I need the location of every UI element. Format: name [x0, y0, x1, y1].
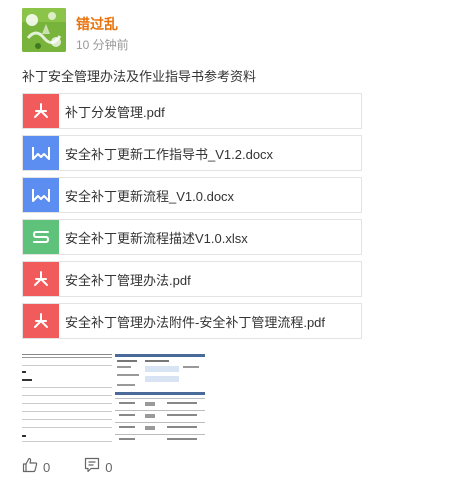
comment-count: 0	[105, 459, 113, 475]
document-thumbnail[interactable]	[22, 354, 112, 444]
pdf-icon	[23, 262, 59, 296]
post-time: 10 分钟前	[76, 38, 129, 52]
word-icon	[23, 136, 59, 170]
post-text: 补丁安全管理办法及作业指导书参考资料	[22, 69, 257, 84]
like-count: 0	[43, 459, 51, 475]
attachment-name: 安全补丁管理办法附件-安全补丁管理流程.pdf	[65, 314, 326, 330]
attachment-name: 安全补丁更新流程描述V1.0.xlsx	[65, 230, 248, 246]
like-button[interactable]: 0	[22, 457, 50, 478]
attachment-item[interactable]: 安全补丁管理办法.pdf	[22, 261, 362, 297]
avatar[interactable]	[22, 8, 66, 52]
excel-icon	[23, 220, 59, 254]
attachment-item[interactable]: 安全补丁更新流程_V1.0.docx	[22, 177, 362, 213]
author-name[interactable]: 错过乱	[76, 14, 118, 34]
attachment-list: 补丁分发管理.pdf 安全补丁更新工作指导书_V1.2.docx 安全补丁更新流…	[22, 93, 362, 345]
attachment-item[interactable]: 补丁分发管理.pdf	[22, 93, 362, 129]
attachment-item[interactable]: 安全补丁更新工作指导书_V1.2.docx	[22, 135, 362, 171]
attachment-name: 安全补丁管理办法.pdf	[65, 272, 191, 288]
post-actions: 0 0	[22, 456, 146, 478]
attachment-name: 安全补丁更新流程_V1.0.docx	[65, 188, 235, 204]
post-header: 错过乱 10 分钟前	[22, 8, 422, 52]
thumbs-up-icon	[22, 457, 38, 478]
attachment-item[interactable]: 安全补丁管理办法附件-安全补丁管理流程.pdf	[22, 303, 362, 339]
table-thumbnail[interactable]	[115, 354, 205, 444]
comment-icon	[84, 457, 100, 478]
attachment-item[interactable]: 安全补丁更新流程描述V1.0.xlsx	[22, 219, 362, 255]
attachment-name: 安全补丁更新工作指导书_V1.2.docx	[65, 146, 274, 162]
word-icon	[23, 178, 59, 212]
pdf-icon	[23, 94, 59, 128]
pdf-icon	[23, 304, 59, 338]
attachment-name: 补丁分发管理.pdf	[65, 104, 165, 120]
comment-button[interactable]: 0	[84, 457, 112, 478]
